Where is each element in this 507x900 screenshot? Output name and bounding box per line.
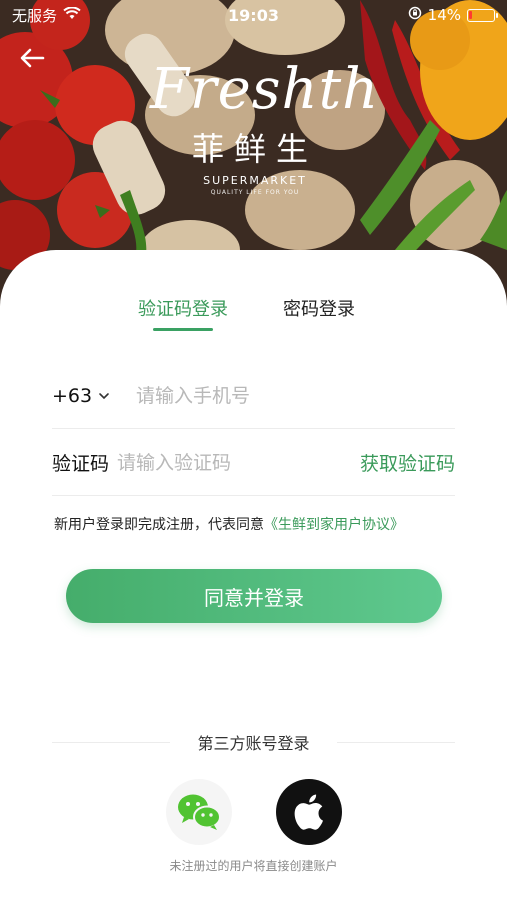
back-button[interactable] <box>14 40 50 76</box>
brand-cn-name: 菲鲜生 <box>191 130 318 168</box>
phone-row: +63 <box>52 363 455 429</box>
carrier-text: 无服务 <box>12 6 58 25</box>
wifi-icon <box>63 6 81 24</box>
chevron-down-icon <box>99 392 109 399</box>
battery-icon <box>467 8 498 22</box>
code-label: 验证码 <box>52 453 110 475</box>
brand-script: Freshth <box>150 57 380 122</box>
agree-and-login-button[interactable]: 同意并登录 <box>66 569 442 623</box>
arrow-left-icon <box>20 48 45 68</box>
tab-password-login[interactable]: 密码登录 <box>283 295 355 321</box>
brand-tagline: QUALITY LIFE FOR YOU <box>210 189 300 196</box>
tab-sms-login[interactable]: 验证码登录 <box>138 295 228 321</box>
wechat-login-button[interactable] <box>166 779 232 845</box>
login-tabs: 验证码登录 密码登录 <box>0 295 507 335</box>
phone-input[interactable] <box>136 375 455 416</box>
agreement-prefix: 新用户登录即完成注册，代表同意 <box>54 517 264 533</box>
country-code-selector[interactable]: +63 <box>52 385 136 407</box>
status-left: 无服务 <box>12 5 182 26</box>
active-tab-indicator <box>153 328 213 331</box>
footnote: 未注册过的用户将直接创建账户 <box>169 859 338 873</box>
battery-percent: 14% <box>427 6 461 24</box>
orientation-lock-icon <box>408 6 422 24</box>
get-code-button[interactable]: 获取验证码 <box>360 449 455 476</box>
wechat-icon <box>178 794 221 830</box>
code-row: 验证码 获取验证码 <box>52 430 455 496</box>
status-time: 19:03 <box>228 5 279 25</box>
apple-login-button[interactable] <box>276 779 342 845</box>
third-party-header: 第三方账号登录 <box>52 730 455 754</box>
status-bar: 无服务 19:03 14% <box>0 0 507 30</box>
code-input[interactable] <box>116 442 360 483</box>
battery-level <box>469 10 472 19</box>
brand-logo: Freshth 菲鲜生 SUPERMARKET QUALITY LIFE FOR… <box>150 57 380 197</box>
country-code: +63 <box>52 384 93 407</box>
brand-subtitle: SUPERMARKET <box>203 174 307 187</box>
status-right: 14% <box>325 6 498 24</box>
apple-icon <box>294 794 323 830</box>
user-agreement-link[interactable]: 《生鲜到家用户协议》 <box>264 517 404 533</box>
agreement-text: 新用户登录即完成注册，代表同意《生鲜到家用户协议》 <box>54 514 404 534</box>
divider-right <box>337 742 455 743</box>
